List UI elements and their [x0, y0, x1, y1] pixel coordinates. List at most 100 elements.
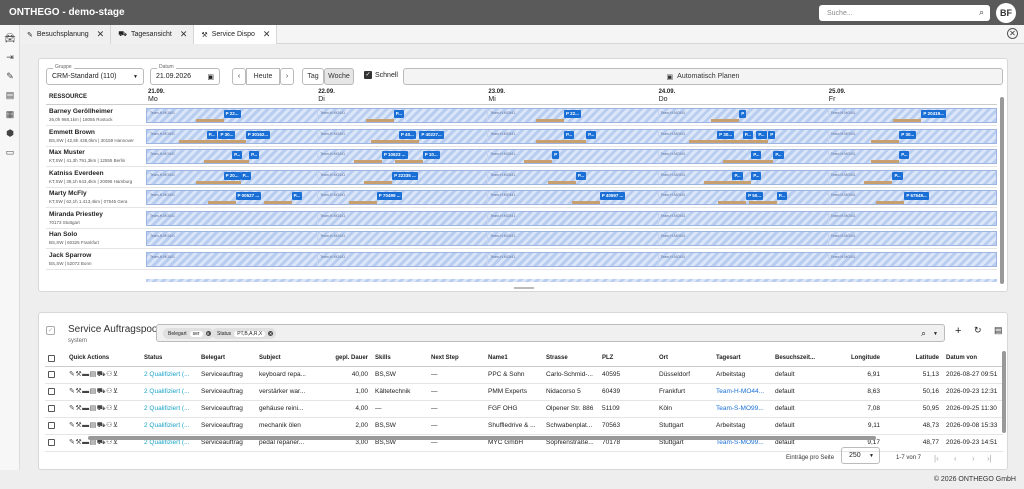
appointment-chip[interactable]: P... — [206, 130, 217, 139]
close-icon[interactable]: ✕ — [180, 29, 188, 40]
report-icon[interactable]: ▦ — [5, 109, 15, 119]
truck-icon[interactable]: ⛟ — [97, 405, 106, 412]
appointment-chip[interactable]: P... — [773, 151, 784, 159]
header-select[interactable] — [45, 351, 66, 367]
close-all-icon[interactable]: ✕ — [1007, 28, 1018, 39]
appointment-chip[interactable]: P — [768, 130, 776, 139]
quick-actions[interactable]: ✎⚒▬▤⛟⚇⊻ — [66, 417, 141, 435]
gantt-scrollbar[interactable] — [1000, 97, 1004, 284]
appointment-chip[interactable]: P... — [751, 171, 762, 180]
login-icon[interactable]: ⇥ — [5, 52, 15, 62]
refresh-icon[interactable]: ↻ — [974, 325, 982, 336]
next-page-icon[interactable]: › — [972, 454, 975, 463]
people-icon[interactable]: ⚇ — [106, 388, 113, 395]
column-header[interactable]: Belegart — [198, 351, 256, 367]
appointment-chip[interactable]: P 22335 ... — [392, 171, 418, 180]
column-header[interactable]: Name1 — [485, 351, 543, 367]
appointment-chip[interactable]: P 30162... — [245, 130, 271, 139]
resource-lane[interactable]: Team-H-MO441 Team-H-MO441 Team-H-MO441 Team… — [146, 251, 997, 267]
appointment-chip[interactable]: P 20... — [223, 171, 241, 180]
close-icon[interactable]: ✕ — [268, 331, 274, 336]
view-week-button[interactable]: Woche — [324, 68, 354, 85]
appointment-chip[interactable]: P... — [232, 151, 243, 159]
appointment-chip[interactable]: P... — [249, 151, 260, 159]
cart-icon[interactable]: ⊻ — [113, 371, 119, 378]
appointment-chip[interactable]: P... — [751, 151, 762, 159]
appointment-chip[interactable]: P 22... — [563, 110, 581, 118]
appointment-chip[interactable]: P... — [563, 130, 575, 139]
appointment-chip[interactable]: P 30... — [218, 130, 236, 139]
appointment-chip[interactable]: P 10623 ... — [381, 151, 408, 159]
people-icon[interactable]: ⚇ — [106, 439, 113, 446]
cell-status[interactable]: 2 Qualifiziert (... — [141, 400, 198, 418]
resource-lane[interactable]: Team-H-MO441 Team-H-MO441 Team-H-MO441 Team… — [146, 231, 997, 246]
column-header[interactable]: Skills — [372, 351, 428, 367]
row-checkbox[interactable] — [48, 370, 55, 378]
cart-icon[interactable]: ⊻ — [113, 422, 119, 429]
people-icon[interactable]: ⚇ — [106, 371, 113, 378]
resource-row[interactable]: Max Muster KT,SW | 41,3h 791,3km | 12555 … — [46, 147, 997, 167]
resource-row[interactable]: Han Solo BS,SW | 60325 Frankfurt Team-H-MO… — [46, 229, 997, 249]
appointment-chip[interactable]: P 10... — [422, 151, 440, 159]
quick-actions[interactable]: ✎⚒▬▤⛟⚇⊻ — [66, 383, 141, 401]
car-icon[interactable]: 🚘︎ — [4, 33, 15, 43]
tab-service-dispo[interactable]: ⚒ Service Dispo ✕ — [194, 25, 278, 44]
appointment-chip[interactable]: P... — [732, 171, 743, 180]
card-icon[interactable]: ▬ — [82, 371, 90, 378]
calendar-icon[interactable]: ▣ — [207, 73, 214, 81]
cell-status[interactable]: 2 Qualifiziert (... — [141, 366, 198, 384]
filter-bar[interactable]: Belegart ser ✕ Status PT,B,A,R,X ✕ ⌕ ▼ — [156, 324, 945, 342]
appointment-chip[interactable]: P... — [586, 130, 597, 139]
column-header[interactable]: Latitude — [884, 351, 943, 367]
row-select[interactable] — [45, 383, 66, 401]
select-all-checkbox[interactable] — [48, 354, 55, 362]
resize-handle[interactable] — [514, 287, 534, 289]
appointment-chip[interactable]: P... — [756, 130, 767, 139]
cube-icon[interactable]: ⬢ — [5, 128, 15, 138]
appointment-chip[interactable]: P... — [742, 130, 753, 139]
row-select[interactable] — [45, 434, 66, 452]
row-checkbox[interactable] — [48, 404, 55, 412]
table-row[interactable]: ✎⚒▬▤⛟⚇⊻ 2 Qualifiziert (... Serviceauftrag… — [45, 366, 1003, 384]
column-header[interactable]: Datum von — [943, 351, 1003, 367]
column-header[interactable]: Next Step — [428, 351, 485, 367]
cart-icon[interactable]: ⊻ — [113, 439, 119, 446]
column-header[interactable]: Tagesart — [713, 351, 772, 367]
appointment-chip[interactable]: P 40... — [398, 130, 416, 139]
next-day-button[interactable]: › — [280, 68, 294, 85]
tab-tagesansicht[interactable]: ⛟ Tagesansicht ✕ — [111, 25, 195, 44]
appointment-chip[interactable]: P... — [899, 151, 910, 159]
cell-status[interactable]: 2 Qualifiziert (... — [141, 383, 198, 401]
table-row[interactable]: ✎⚒▬▤⛟⚇⊻ 2 Qualifiziert (... Serviceauftrag… — [45, 400, 1003, 418]
people-icon[interactable]: ⚇ — [106, 422, 113, 429]
close-icon[interactable]: ✕ — [263, 29, 271, 40]
resource-lane[interactable]: Team-H-MO441 Team-H-MO441 Team-H-MO441 Team… — [146, 149, 997, 164]
column-header[interactable]: Besuchszeit... — [772, 351, 828, 367]
row-select[interactable] — [45, 366, 66, 384]
group-select[interactable]: Gruppe CRM-Standard (110) ▼ — [46, 64, 144, 85]
appointment-chip[interactable]: P 67549... — [904, 192, 929, 200]
row-select[interactable] — [45, 417, 66, 435]
quick-actions[interactable]: ✎⚒▬▤⛟⚇⊻ — [66, 366, 141, 384]
note-icon[interactable]: ▤ — [90, 371, 97, 378]
row-checkbox[interactable] — [48, 421, 55, 429]
cart-icon[interactable]: ⊻ — [113, 405, 119, 412]
pool-subtitle[interactable]: system — [68, 338, 87, 344]
search-input[interactable]: Suche... ⌕ — [819, 5, 990, 21]
close-icon[interactable]: ✕ — [97, 29, 105, 40]
per-page-select[interactable]: 250 ▼ — [841, 447, 880, 464]
resource-row[interactable]: Katniss Everdeen KT,SW | 38,1h 643,4km | … — [46, 168, 997, 188]
tab-besuchsplanung[interactable]: ✎ Besuchsplanung ✕ — [20, 25, 112, 44]
resource-lane[interactable]: Team-H-MO441 Team-H-MO441 Team-H-MO441 Team… — [146, 210, 997, 226]
appointment-chip[interactable]: P... — [892, 171, 903, 180]
column-header[interactable]: PLZ — [599, 351, 656, 367]
zoom-icon[interactable]: ⌕ — [921, 328, 926, 339]
close-icon[interactable]: ✕ — [205, 331, 211, 336]
note-icon[interactable]: ▤ — [90, 422, 97, 429]
prev-day-button[interactable]: ‹ — [232, 68, 246, 85]
appointment-chip[interactable]: P 20419... — [921, 110, 946, 118]
appointment-chip[interactable]: P 22... — [223, 110, 241, 118]
filter-chip-status[interactable]: Status PT,B,A,R,X ✕ — [212, 328, 277, 339]
cart-icon[interactable]: ⊻ — [113, 388, 119, 395]
appointment-chip[interactable]: P... — [291, 192, 302, 200]
